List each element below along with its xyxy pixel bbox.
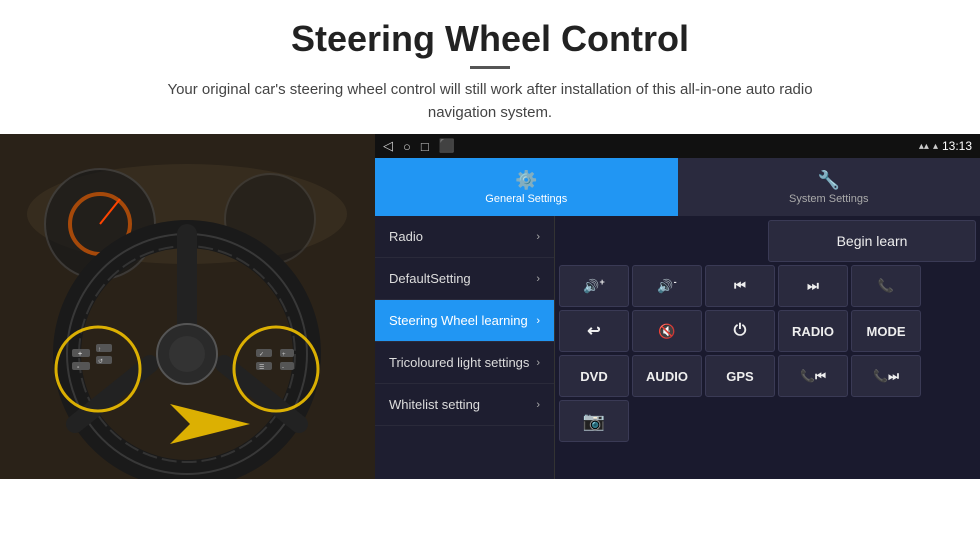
tab-general-label: General Settings xyxy=(485,193,567,205)
screenshot-nav-icon[interactable]: ⬛ xyxy=(439,138,455,154)
steering-wheel-image: + - ↑ ↺ ✓ ☰ + - xyxy=(0,134,375,479)
mode-text: MODE xyxy=(867,324,906,339)
next-button[interactable]: ⏭ xyxy=(778,265,848,307)
power-button[interactable]: ⏻ xyxy=(705,310,775,352)
status-bar: ◁ ○ □ ⬛ ▴▴ ▴ 13:13 xyxy=(375,134,980,158)
menu-tricoloured-label: Tricoloured light settings xyxy=(389,355,529,370)
clock: 13:13 xyxy=(942,139,972,153)
mode-button[interactable]: MODE xyxy=(851,310,921,352)
audio-button[interactable]: AUDIO xyxy=(632,355,702,397)
empty-spacer xyxy=(559,220,765,262)
back-button[interactable]: ↩ xyxy=(559,310,629,352)
menu-radio-label: Radio xyxy=(389,229,423,244)
mute-icon: 🔇 xyxy=(658,323,675,340)
power-icon: ⏻ xyxy=(734,322,747,340)
tab-system-label: System Settings xyxy=(789,193,868,205)
content-row: + - ↑ ↺ ✓ ☰ + - ◁ ○ □ ⬛ xyxy=(0,134,980,479)
page-title: Steering Wheel Control xyxy=(20,18,960,60)
begin-learn-button[interactable]: Begin learn xyxy=(768,220,976,262)
mute-button[interactable]: 🔇 xyxy=(632,310,702,352)
system-settings-icon: 🔧 xyxy=(818,170,840,191)
menu-item-whitelist[interactable]: Whitelist setting › xyxy=(375,384,554,426)
controls-row-2: 🔊+ 🔊- ⏮ ⏭ 📞 xyxy=(559,265,976,307)
camera-button[interactable]: 📷 xyxy=(559,400,629,442)
call-button[interactable]: 📞 xyxy=(851,265,921,307)
gps-text: GPS xyxy=(726,369,753,384)
vol-down-button[interactable]: 🔊- xyxy=(632,265,702,307)
back-nav-icon[interactable]: ◁ xyxy=(383,138,393,154)
top-section: Steering Wheel Control Your original car… xyxy=(0,0,980,134)
android-panel: ◁ ○ □ ⬛ ▴▴ ▴ 13:13 ⚙️ General Settings 🔧… xyxy=(375,134,980,479)
menu-whitelist-label: Whitelist setting xyxy=(389,397,480,412)
tab-system-settings[interactable]: 🔧 System Settings xyxy=(678,158,980,216)
tab-general-settings[interactable]: ⚙️ General Settings xyxy=(375,158,678,216)
chevron-icon: › xyxy=(536,231,540,243)
general-settings-icon: ⚙️ xyxy=(515,170,537,191)
menu-item-radio[interactable]: Radio › xyxy=(375,216,554,258)
vol-up-icon: 🔊+ xyxy=(583,277,604,294)
controls-row-5: 📷 xyxy=(559,400,976,442)
title-divider xyxy=(470,66,510,69)
nav-bar: ◁ ○ □ ⬛ xyxy=(383,138,919,154)
chevron-icon: › xyxy=(536,357,540,369)
subtitle: Your original car's steering wheel contr… xyxy=(140,79,840,124)
chevron-icon: › xyxy=(536,273,540,285)
camera-icon: 📷 xyxy=(583,411,605,432)
svg-text:+: + xyxy=(282,352,286,358)
radio-text: RADIO xyxy=(792,324,834,339)
audio-text: AUDIO xyxy=(646,369,688,384)
vol-down-icon: 🔊- xyxy=(657,277,676,294)
call-prev-button[interactable]: 📞⏮ xyxy=(778,355,848,397)
back-icon: ↩ xyxy=(587,321,600,341)
prev-button[interactable]: ⏮ xyxy=(705,265,775,307)
controls-row-4: DVD AUDIO GPS 📞⏮ 📞⏭ xyxy=(559,355,976,397)
signal-icon: ▴▴ xyxy=(919,141,929,152)
svg-text:+: + xyxy=(78,351,82,358)
call-next-icon: 📞⏭ xyxy=(873,369,899,384)
controls-row-1: Begin learn xyxy=(559,220,976,262)
tabs-row: ⚙️ General Settings 🔧 System Settings xyxy=(375,158,980,216)
home-nav-icon[interactable]: ○ xyxy=(403,139,411,154)
call-next-button[interactable]: 📞⏭ xyxy=(851,355,921,397)
recent-nav-icon[interactable]: □ xyxy=(421,139,429,154)
svg-text:↺: ↺ xyxy=(98,358,103,365)
controls-row-3: ↩ 🔇 ⏻ RADIO MODE xyxy=(559,310,976,352)
menu-steering-label: Steering Wheel learning xyxy=(389,313,528,328)
phone-icon: 📞 xyxy=(878,278,894,294)
menu-item-steering-wheel[interactable]: Steering Wheel learning › xyxy=(375,300,554,342)
menu-item-tricoloured[interactable]: Tricoloured light settings › xyxy=(375,342,554,384)
radio-label-button[interactable]: RADIO xyxy=(778,310,848,352)
svg-text:✓: ✓ xyxy=(259,352,264,358)
chevron-icon: › xyxy=(536,315,540,327)
menu-default-label: DefaultSetting xyxy=(389,271,471,286)
menu-item-default-setting[interactable]: DefaultSetting › xyxy=(375,258,554,300)
svg-text:☰: ☰ xyxy=(259,364,264,371)
svg-text:-: - xyxy=(282,365,284,371)
status-indicators: ▴▴ ▴ 13:13 xyxy=(919,139,972,153)
call-prev-icon: 📞⏮ xyxy=(800,369,826,384)
menu-controls: Radio › DefaultSetting › Steering Wheel … xyxy=(375,216,980,479)
wifi-icon: ▴ xyxy=(933,141,938,152)
dvd-button[interactable]: DVD xyxy=(559,355,629,397)
vol-up-button[interactable]: 🔊+ xyxy=(559,265,629,307)
next-icon: ⏭ xyxy=(807,278,819,294)
chevron-icon: › xyxy=(536,399,540,411)
right-controls: Begin learn 🔊+ 🔊- ⏮ ⏭ xyxy=(555,216,980,479)
dvd-text: DVD xyxy=(580,369,607,384)
gps-button[interactable]: GPS xyxy=(705,355,775,397)
left-menu: Radio › DefaultSetting › Steering Wheel … xyxy=(375,216,555,479)
svg-text:↑: ↑ xyxy=(98,347,101,353)
prev-icon: ⏮ xyxy=(734,278,746,294)
